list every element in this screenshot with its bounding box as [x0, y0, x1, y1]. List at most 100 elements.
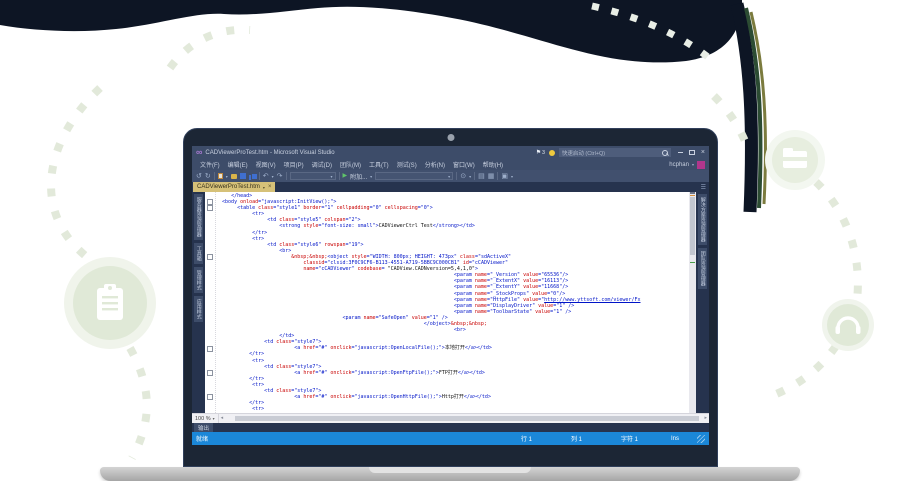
toolbar-options-caret-icon[interactable]: ▾	[511, 174, 513, 179]
dock-tab[interactable]: 工具箱	[194, 243, 203, 264]
start-debug-icon[interactable]: ▶	[343, 173, 348, 179]
fold-toggle-icon[interactable]	[207, 346, 213, 352]
new-file-icon[interactable]	[218, 173, 223, 179]
solution-explorer-icon[interactable]: ▣	[501, 173, 508, 180]
menu-item[interactable]: 团队(M)	[336, 163, 365, 169]
save-all-icon[interactable]	[249, 173, 256, 180]
attach-caret-icon[interactable]: ▾	[370, 174, 372, 179]
swoosh-tail	[737, 4, 751, 212]
resize-grip[interactable]	[697, 435, 705, 443]
menu-item[interactable]: 文件(F)	[196, 163, 224, 169]
menu-items: 文件(F)编辑(E)视图(V)项目(P)调试(D)团队(M)工具(T)测试(S)…	[196, 160, 507, 169]
zoom-control[interactable]: 100 % ▾	[192, 414, 219, 423]
zoom-caret-icon[interactable]: ▾	[213, 416, 215, 421]
title-bar: ∞ CADViewerProTest.htm - Microsoft Visua…	[192, 146, 709, 159]
find-icon[interactable]: ⊙	[460, 173, 466, 180]
fold-toggle-icon[interactable]	[207, 394, 213, 400]
dock-tab[interactable]: 解决方案资源管理器	[698, 194, 707, 245]
feedback-icon[interactable]	[549, 150, 555, 156]
grid-icon[interactable]: ▤	[478, 173, 485, 180]
clipboard-icon	[97, 284, 123, 320]
menu-bar: 文件(F)编辑(E)视图(V)项目(P)调试(D)团队(M)工具(T)测试(S)…	[192, 159, 709, 170]
menu-item[interactable]: 项目(P)	[280, 163, 308, 169]
menu-item[interactable]: 分析(N)	[421, 163, 449, 169]
close-button[interactable]: ×	[701, 149, 705, 156]
tab-label: CADViewerProTest.htm	[197, 184, 260, 190]
horizontal-scrollbar-thumb[interactable]	[235, 416, 699, 421]
find-caret-icon[interactable]: ▾	[469, 174, 471, 179]
undo-icon[interactable]: ↶	[263, 173, 269, 180]
vertical-scrollbar[interactable]	[689, 192, 696, 413]
status-line: 行 1	[521, 434, 571, 443]
code-gutter	[205, 192, 216, 413]
code-editor[interactable]: </head> <body onload="javascript:InitVie…	[216, 192, 689, 413]
menu-item[interactable]: 调试(D)	[308, 163, 336, 169]
dock-tab[interactable]: 团队资源管理器	[698, 248, 707, 289]
zoom-level: 100 %	[195, 416, 211, 422]
tab-close-icon[interactable]: ×	[268, 184, 272, 190]
save-icon[interactable]	[240, 173, 246, 179]
dashed-curve-right-mid	[816, 182, 858, 300]
quick-launch-input[interactable]: 快速启动 (Ctrl+Q)	[559, 148, 671, 157]
folder-badge	[765, 130, 825, 190]
splitter-handle[interactable]	[690, 192, 695, 194]
menu-item[interactable]: 窗口(W)	[449, 163, 479, 169]
status-ready: 就绪	[196, 434, 208, 443]
menu-item[interactable]: 帮助(H)	[479, 163, 507, 169]
scroll-left-icon[interactable]: ◂	[221, 415, 224, 422]
fold-toggle-icon[interactable]	[207, 205, 213, 211]
toolbar-separator	[214, 172, 215, 180]
dashed-curve-left	[51, 88, 100, 258]
editor-bottom-bar: 100 % ▾ ◂ ▸	[192, 413, 709, 423]
navigate-back-icon[interactable]: ↺	[196, 173, 202, 180]
signed-in-user[interactable]: hcphan	[669, 162, 689, 168]
headset-badge	[822, 299, 874, 351]
fold-toggle-icon[interactable]	[207, 199, 213, 205]
undo-caret-icon[interactable]: ▾	[272, 174, 274, 179]
attach-label[interactable]: 附加...	[350, 172, 367, 181]
configuration-dropdown[interactable]: ▾	[290, 172, 336, 180]
document-tab-strip: CADViewerProTest.htm ▾ × ☰	[192, 182, 709, 192]
code-line: <tr>	[216, 406, 689, 412]
dashed-curve-top-left	[170, 30, 250, 68]
toolbar-separator	[497, 172, 498, 180]
toolbar-separator	[339, 172, 340, 180]
menu-item[interactable]: 编辑(E)	[224, 163, 252, 169]
notifications-count: 3	[542, 150, 545, 156]
menu-item[interactable]: 视图(V)	[252, 163, 280, 169]
vertical-scrollbar-thumb[interactable]	[690, 197, 695, 255]
redo-icon[interactable]: ↷	[277, 173, 283, 180]
toolbar: ↺ ↻ ▾ ↶ ▾ ↷ ▾ ▶ 附加... ▾ ▾ ⊙	[192, 170, 709, 182]
menu-item[interactable]: 工具(T)	[365, 163, 393, 169]
tab-output[interactable]: 输出	[194, 423, 213, 432]
fold-toggle-icon[interactable]	[207, 254, 213, 260]
clipboard-badge	[64, 257, 156, 349]
list-icon[interactable]: ▦	[488, 173, 495, 180]
new-file-caret-icon[interactable]: ▾	[226, 174, 228, 179]
dock-tab[interactable]: 服务器资源管理器	[194, 194, 203, 240]
navigate-forward-icon[interactable]: ↻	[205, 173, 211, 180]
tab-list-icon[interactable]: ☰	[701, 182, 709, 192]
fold-toggle-icon[interactable]	[207, 370, 213, 376]
user-avatar[interactable]	[697, 161, 705, 169]
open-folder-icon[interactable]	[231, 174, 237, 179]
minimize-button[interactable]	[678, 152, 683, 153]
toolbar-separator	[456, 172, 457, 180]
tab-dropdown-caret-icon[interactable]: ▾	[263, 185, 265, 190]
toolbar-separator	[474, 172, 475, 180]
notifications-flag-icon[interactable]: ⚑3	[536, 149, 545, 156]
maximize-button[interactable]	[689, 150, 695, 155]
scroll-right-icon[interactable]: ▸	[704, 415, 707, 422]
menu-item[interactable]: 测试(S)	[393, 163, 421, 169]
platform-dropdown[interactable]: ▾	[375, 172, 453, 180]
laptop-camera	[447, 134, 454, 141]
horizontal-scrollbar[interactable]: ◂ ▸	[219, 414, 709, 423]
dock-tab[interactable]: 管理样式	[194, 267, 203, 293]
dashed-curve-right-upper	[714, 96, 747, 146]
dock-tab[interactable]: 应用样式	[194, 296, 203, 322]
toolbar-separator	[259, 172, 260, 180]
user-dropdown-caret-icon[interactable]: ▾	[692, 162, 694, 167]
swoosh-ribbon	[0, 0, 742, 62]
tab-cadviewerprotest[interactable]: CADViewerProTest.htm ▾ ×	[193, 182, 275, 192]
status-bar: 就绪 行 1 列 1 字符 1 Ins	[192, 432, 709, 445]
